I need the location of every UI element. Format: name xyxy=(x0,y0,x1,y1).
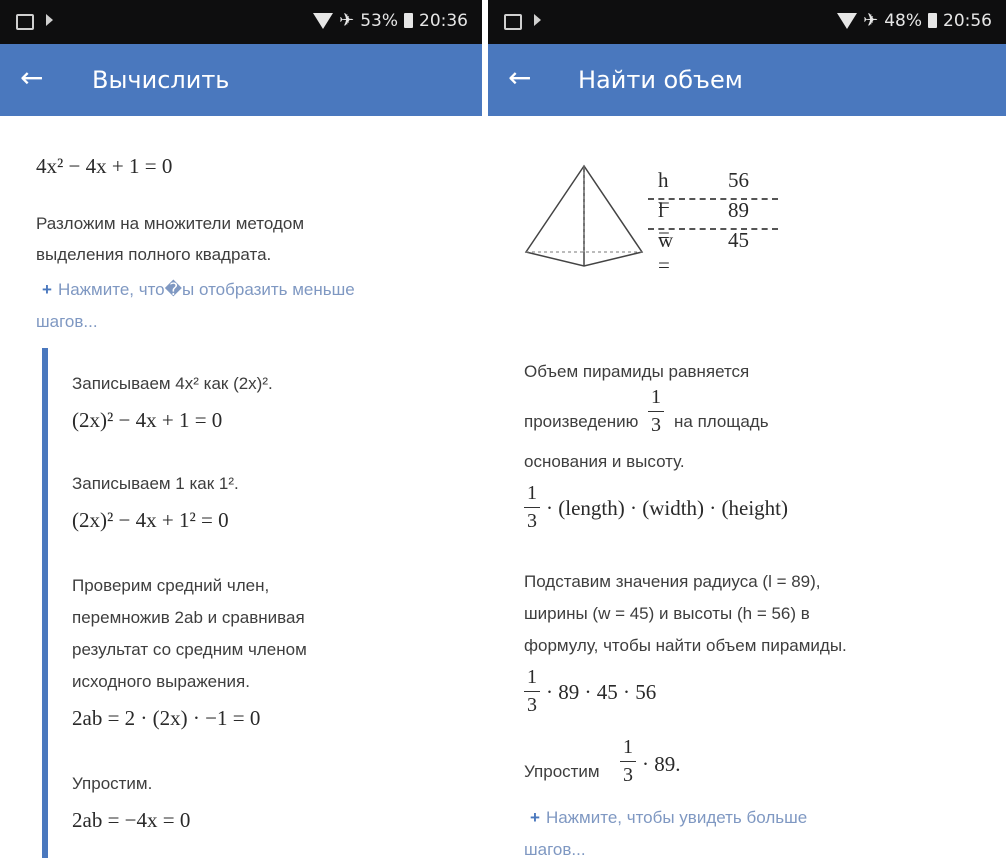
toggle-steps-link-cont[interactable]: шагов... xyxy=(36,306,98,337)
para1-line-2b: на площадь xyxy=(674,412,769,431)
wifi-icon xyxy=(837,12,858,29)
page-title: Вычислить xyxy=(92,66,230,94)
fraction-one-third: 13 xyxy=(620,736,636,787)
app-bar: ← Вычислить xyxy=(0,44,482,116)
media-icon xyxy=(46,14,53,26)
step2-math: (2x)² − 4x + 1² = 0 xyxy=(72,508,229,532)
clock: 20:56 xyxy=(943,10,992,31)
solution-content: h = 56 l = 89 w = 45 Объем пирамиды равняет… xyxy=(488,116,1006,858)
airplane-icon: ✈ xyxy=(339,10,355,31)
pyramid-diagram xyxy=(524,164,644,267)
solution-content: 4x² − 4x + 1 = 0 Разложим на множители м… xyxy=(0,116,482,858)
fraction-one-third: 13 xyxy=(524,482,540,533)
status-bar: ✈ 48% 20:56 xyxy=(488,0,1006,44)
step3-math: 2ab = 2 · (2x) · −1 = 0 xyxy=(72,706,261,730)
intro-line-2: выделения полного квадрата. xyxy=(36,245,272,264)
para2-line-2: ширины (w = 45) и высоты (h = 56) в xyxy=(524,604,810,623)
step2-text: Записываем 1 как 1². xyxy=(72,474,239,493)
para1-line-2a: произведению xyxy=(524,412,639,431)
step1-text: Записываем 4x² как (2x)². xyxy=(72,374,273,393)
step1-math: (2x)² − 4x + 1 = 0 xyxy=(72,408,223,432)
volume-formula: · (length) · (width) · (height) xyxy=(546,496,789,520)
screenshot-icon xyxy=(16,14,34,30)
para1-line-3: основания и высоту. xyxy=(524,452,685,471)
wifi-icon xyxy=(313,12,334,29)
para2-line-1: Подставим значения радиуса (l = 89), xyxy=(524,572,821,591)
equation: 4x² − 4x + 1 = 0 xyxy=(36,154,173,178)
plus-icon: + xyxy=(530,808,540,827)
simplify-math: · 89. xyxy=(642,752,681,776)
battery-icon xyxy=(928,13,937,28)
battery-percent: 48% xyxy=(884,10,922,31)
page-title: Найти объем xyxy=(578,66,743,94)
step3-line-3: результат со средним членом xyxy=(72,640,307,659)
step3-line-1: Проверим средний член, xyxy=(72,576,270,595)
battery-icon xyxy=(404,13,413,28)
simplify-label: Упростим xyxy=(524,762,600,781)
intro-line-1: Разложим на множители методом xyxy=(36,214,305,233)
app-bar: ← Найти объем xyxy=(488,44,1006,116)
status-bar: ✈ 53% 20:36 xyxy=(0,0,482,44)
media-icon xyxy=(534,14,541,26)
screenshot-icon xyxy=(504,14,522,30)
battery-percent: 53% xyxy=(360,10,398,31)
left-screen: ✈ 53% 20:36 ← Вычислить 4x² − 4x + 1 = 0… xyxy=(0,0,482,858)
step3-line-4: исходного выражения. xyxy=(72,672,250,691)
clock: 20:36 xyxy=(419,10,468,31)
show-more-steps-link[interactable]: + Нажмите, чтобы увидеть больше xyxy=(530,802,807,833)
substituted-expression: · 89 · 45 · 56 xyxy=(546,680,657,704)
airplane-icon: ✈ xyxy=(863,10,879,31)
fraction-one-third: 13 xyxy=(524,666,540,717)
step3-line-2: перемножив 2ab и сравнивая xyxy=(72,608,305,627)
show-more-steps-link-cont[interactable]: шагов... xyxy=(524,834,586,858)
step4-math: 2ab = −4x = 0 xyxy=(72,808,191,832)
toggle-steps-link[interactable]: + Нажмите, что�ы отобразить меньше xyxy=(42,274,355,305)
back-arrow-icon[interactable]: ← xyxy=(508,62,531,94)
step4-text: Упростим. xyxy=(72,774,153,793)
para2-line-3: формулу, чтобы найти объем пирамиды. xyxy=(524,636,847,655)
back-arrow-icon[interactable]: ← xyxy=(20,62,43,94)
steps-indicator-bar xyxy=(42,348,48,858)
right-screen: ✈ 48% 20:56 ← Найти объем h = 56 l = 89 w xyxy=(488,0,1006,858)
plus-icon: + xyxy=(42,280,52,299)
fraction-one-third: 13 xyxy=(648,386,664,437)
para1-line-1: Объем пирамиды равняется xyxy=(524,362,750,381)
